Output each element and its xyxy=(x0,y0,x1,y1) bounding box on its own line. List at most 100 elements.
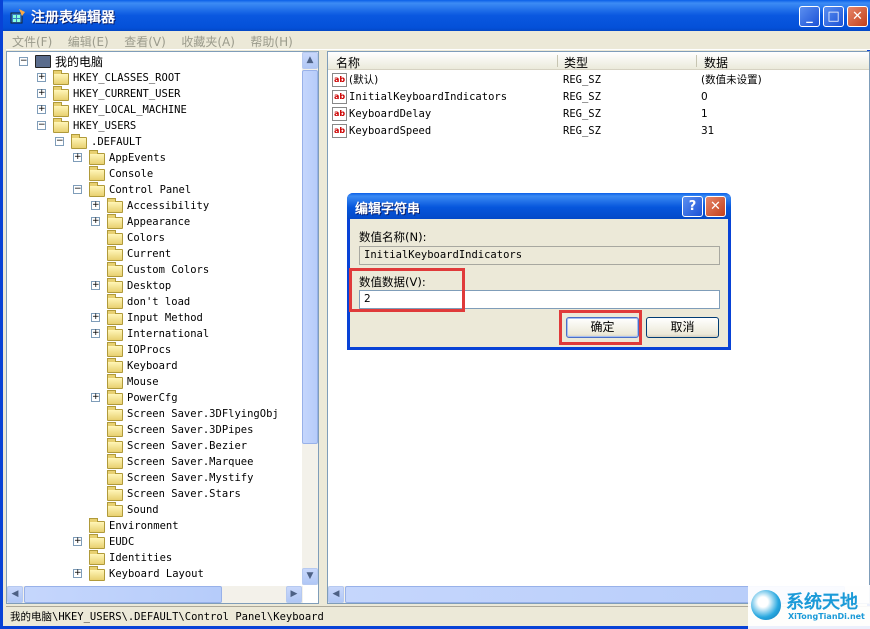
tree-node-label: Screen Saver.Stars xyxy=(127,488,241,500)
expand-icon[interactable]: + xyxy=(37,73,46,82)
tree-horizontal-scrollbar[interactable]: ◀ ▶ xyxy=(7,586,303,603)
title-bar[interactable]: 注册表编辑器 _ □ ✕ xyxy=(3,0,870,31)
value-row[interactable]: ab KeyboardSpeed REG_SZ 31 xyxy=(328,123,869,140)
scroll-down-button[interactable]: ▼ xyxy=(302,568,318,585)
column-separator[interactable] xyxy=(557,55,558,67)
tree-node[interactable]: Sound xyxy=(7,502,303,518)
tree-node-label: Custom Colors xyxy=(127,264,210,276)
list-scroll-left-button[interactable]: ◀ xyxy=(328,586,344,603)
expand-icon[interactable]: + xyxy=(91,313,100,322)
tree-node[interactable]: Console xyxy=(7,166,303,182)
tree-node-label: HKEY_LOCAL_MACHINE xyxy=(73,104,187,116)
tree-node[interactable]: IOProcs xyxy=(7,342,303,358)
status-bar: 我的电脑\HKEY_USERS\.DEFAULT\Control Panel\K… xyxy=(6,606,870,626)
menu-file[interactable]: 文件(F) xyxy=(6,31,58,52)
tree-node[interactable]: + HKEY_CURRENT_USER xyxy=(7,86,303,102)
expand-icon[interactable]: + xyxy=(37,89,46,98)
tree-node-label: EUDC xyxy=(109,536,135,548)
column-separator[interactable] xyxy=(696,55,697,67)
tree-node[interactable]: + HKEY_LOCAL_MACHINE xyxy=(7,102,303,118)
tree-node[interactable]: Screen Saver.Mystify xyxy=(7,470,303,486)
tree-node[interactable]: + AppEvents xyxy=(7,150,303,166)
help-button[interactable]: ? xyxy=(682,196,703,217)
tree-node[interactable]: + HKEY_CLASSES_ROOT xyxy=(7,70,303,86)
tree-node-label: Mouse xyxy=(127,376,159,388)
tree-node[interactable]: − Control Panel xyxy=(7,182,303,198)
dialog-title-bar[interactable]: 编辑字符串 ? ✕ xyxy=(347,193,731,219)
dialog-close-button[interactable]: ✕ xyxy=(705,196,726,217)
tree-node-label: Identities xyxy=(109,552,173,564)
expand-icon[interactable]: + xyxy=(73,569,82,578)
tree-node[interactable]: Current xyxy=(7,246,303,262)
menu-view[interactable]: 查看(V) xyxy=(118,31,172,52)
expand-icon[interactable]: + xyxy=(91,393,100,402)
folder-icon xyxy=(53,70,69,85)
tree-node-label: HKEY_CURRENT_USER xyxy=(73,88,181,100)
tree-node[interactable]: Screen Saver.3DFlyingObj xyxy=(7,406,303,422)
tree-node[interactable]: + Accessibility xyxy=(7,198,303,214)
tree-node[interactable]: + Appearance xyxy=(7,214,303,230)
column-name[interactable]: 名称 xyxy=(336,54,360,71)
scroll-thumb[interactable] xyxy=(302,70,318,444)
scroll-up-button[interactable]: ▲ xyxy=(302,52,318,69)
close-button[interactable]: ✕ xyxy=(847,6,868,27)
collapse-icon[interactable]: − xyxy=(73,185,82,194)
expand-icon[interactable]: + xyxy=(37,105,46,114)
tree-node-label: Screen Saver.Mystify xyxy=(127,472,254,484)
tree-node[interactable]: + Input Method xyxy=(7,310,303,326)
tree-node[interactable]: + Keyboard Layout xyxy=(7,566,303,582)
tree-node[interactable]: Keyboard xyxy=(7,358,303,374)
tree-node[interactable]: + EUDC xyxy=(7,534,303,550)
scroll-left-button[interactable]: ◀ xyxy=(7,586,23,603)
collapse-icon[interactable]: − xyxy=(55,137,64,146)
tree-node[interactable]: Identities xyxy=(7,550,303,566)
collapse-icon[interactable]: − xyxy=(19,57,28,66)
column-type[interactable]: 类型 xyxy=(564,54,588,71)
tree-node[interactable]: + PowerCfg xyxy=(7,390,303,406)
expand-icon[interactable]: + xyxy=(73,537,82,546)
expand-icon[interactable]: + xyxy=(91,217,100,226)
tree-node-label: don't load xyxy=(127,296,191,308)
tree-node[interactable]: Screen Saver.Bezier xyxy=(7,438,303,454)
tree-node[interactable]: + Desktop xyxy=(7,278,303,294)
tree-node[interactable]: don't load xyxy=(7,294,303,310)
folder-icon xyxy=(107,438,123,453)
expand-icon[interactable]: + xyxy=(73,153,82,162)
menu-edit[interactable]: 编辑(E) xyxy=(62,31,115,52)
menu-help[interactable]: 帮助(H) xyxy=(244,31,298,52)
window-title: 注册表编辑器 xyxy=(31,10,115,26)
tree-node-label: Console xyxy=(109,168,154,180)
tree-node[interactable]: − HKEY_USERS xyxy=(7,118,303,134)
registry-tree-pane: − 我的电脑 + HKEY_CLASSES_ROOT + HKEY_CURRENT_USE… xyxy=(6,51,319,604)
tree-node[interactable]: − 我的电脑 xyxy=(7,54,303,70)
expand-icon[interactable]: + xyxy=(91,201,100,210)
tree-node[interactable]: Mouse xyxy=(7,374,303,390)
folder-icon xyxy=(107,230,123,245)
collapse-icon[interactable]: − xyxy=(37,121,46,130)
tree-node[interactable]: Colors xyxy=(7,230,303,246)
value-type: REG_SZ xyxy=(563,125,601,137)
tree-node[interactable]: Screen Saver.3DPipes xyxy=(7,422,303,438)
menu-favorites[interactable]: 收藏夹(A) xyxy=(175,31,241,52)
tree-node[interactable]: Screen Saver.Stars xyxy=(7,486,303,502)
tree-node[interactable]: + International xyxy=(7,326,303,342)
h-scroll-thumb[interactable] xyxy=(24,586,222,603)
value-row[interactable]: ab InitialKeyboardIndicators REG_SZ 0 xyxy=(328,89,869,106)
folder-icon xyxy=(107,390,123,405)
value-row[interactable]: ab KeyboardDelay REG_SZ 1 xyxy=(328,106,869,123)
expand-icon[interactable]: + xyxy=(91,281,100,290)
maximize-button[interactable]: □ xyxy=(823,6,844,27)
tree-vertical-scrollbar[interactable]: ▲ ▼ xyxy=(302,52,318,585)
scroll-right-button[interactable]: ▶ xyxy=(286,586,302,603)
column-data[interactable]: 数据 xyxy=(704,54,728,71)
folder-icon xyxy=(107,310,123,325)
tree-node[interactable]: − .DEFAULT xyxy=(7,134,303,150)
tree-node[interactable]: Environment xyxy=(7,518,303,534)
expand-icon[interactable]: + xyxy=(91,329,100,338)
minimize-button[interactable]: _ xyxy=(799,6,820,27)
cancel-button[interactable]: 取消 xyxy=(646,317,719,338)
tree-node[interactable]: Screen Saver.Marquee xyxy=(7,454,303,470)
value-row[interactable]: ab (默认) REG_SZ (数值未设置) xyxy=(328,72,869,89)
string-value-icon: ab xyxy=(332,73,347,87)
tree-node[interactable]: Custom Colors xyxy=(7,262,303,278)
